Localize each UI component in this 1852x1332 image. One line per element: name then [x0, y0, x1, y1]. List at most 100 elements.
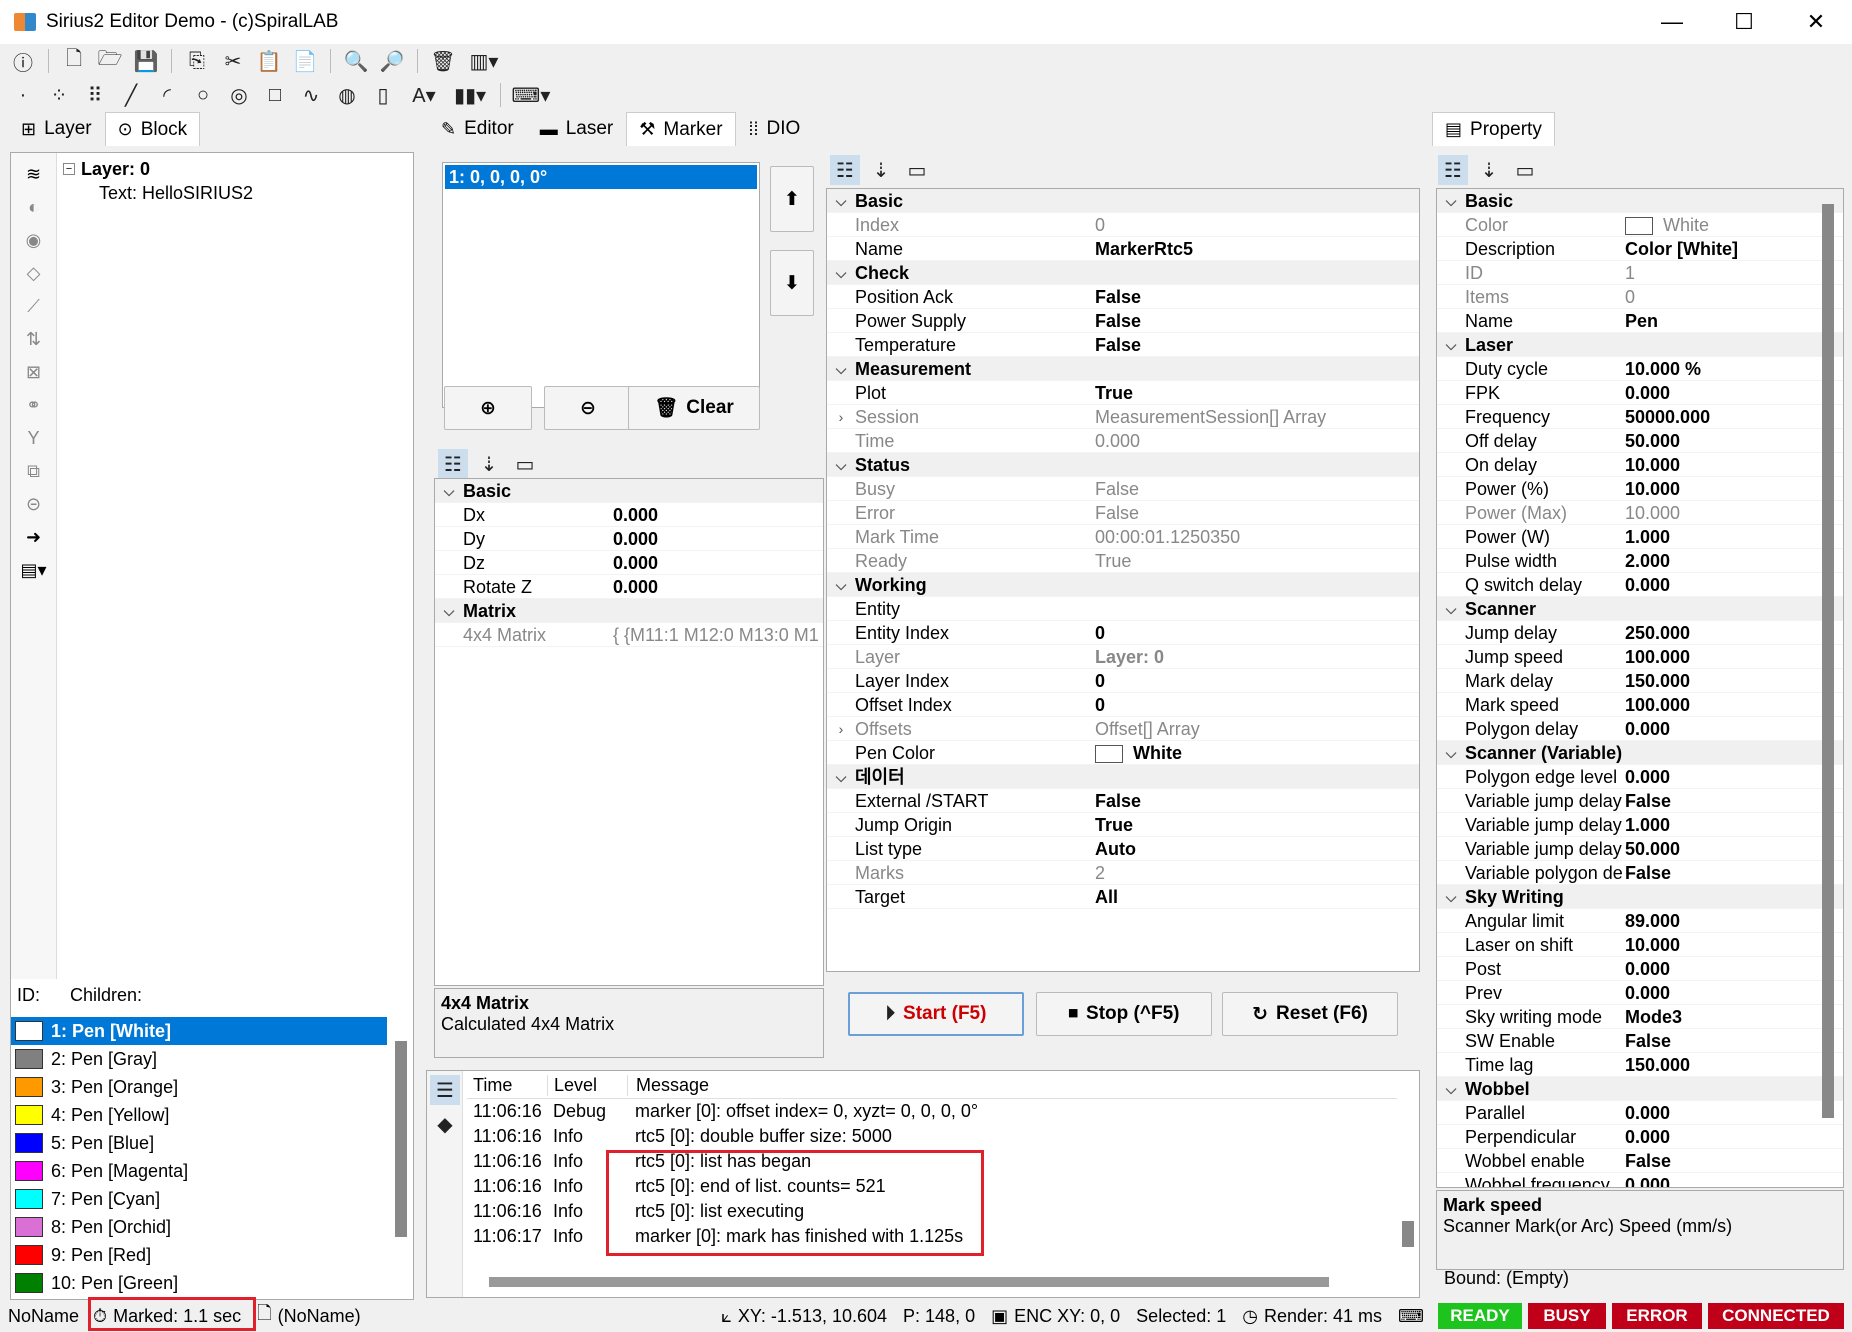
grid-row[interactable]: Duty cycle 10.000 %: [1437, 357, 1843, 381]
property-value[interactable]: 0: [1095, 693, 1419, 716]
grid-category[interactable]: ⌵ Basic: [827, 189, 1419, 213]
grid-row[interactable]: Mark delay 150.000: [1437, 669, 1843, 693]
property-value[interactable]: True: [1095, 381, 1419, 404]
grid-category[interactable]: ⌵ Check: [827, 261, 1419, 285]
grid-row[interactable]: Error False: [827, 501, 1419, 525]
minimize-button[interactable]: —: [1636, 0, 1708, 44]
tab-marker[interactable]: ⚒ Marker: [626, 112, 736, 146]
property-value[interactable]: False: [1625, 1029, 1843, 1052]
grid-row[interactable]: › Offsets Offset[] Array: [827, 717, 1419, 741]
property-value[interactable]: 0.000: [1625, 1101, 1843, 1124]
grid-row[interactable]: External /START False: [827, 789, 1419, 813]
collapse-icon[interactable]: ⌵: [827, 189, 855, 212]
collapse-icon[interactable]: ⌵: [827, 765, 855, 788]
merge-icon[interactable]: ⧉: [19, 456, 49, 486]
rectangle-icon[interactable]: □: [260, 80, 290, 110]
property-value[interactable]: 10.000 %: [1625, 357, 1843, 380]
grid-row[interactable]: › Session MeasurementSession[] Array: [827, 405, 1419, 429]
property-value[interactable]: False: [1095, 285, 1419, 308]
split-icon[interactable]: Y: [19, 423, 49, 453]
spiral-icon[interactable]: ∿: [296, 80, 326, 110]
property-value[interactable]: 0: [1095, 669, 1419, 692]
property-value[interactable]: 50000.000: [1625, 405, 1843, 428]
maximize-button[interactable]: ☐: [1708, 0, 1780, 44]
property-value[interactable]: True: [1095, 813, 1419, 836]
grid-row[interactable]: Power (W) 1.000: [1437, 525, 1843, 549]
property-value[interactable]: MeasurementSession[] Array: [1095, 405, 1419, 428]
info-icon[interactable]: ⓘ: [8, 46, 38, 76]
trepan-icon[interactable]: ◍: [332, 80, 362, 110]
grid-row[interactable]: Items 0: [1437, 285, 1843, 309]
barcode-icon[interactable]: ▮▮▾: [450, 80, 490, 110]
grid-row[interactable]: Angular limit 89.000: [1437, 909, 1843, 933]
collapse-icon[interactable]: ⌵: [827, 573, 855, 596]
hatch-icon[interactable]: ◐: [19, 192, 49, 222]
pen-list-item[interactable]: 9: Pen [Red]: [11, 1241, 387, 1269]
grid-category[interactable]: ⌵ Laser: [1437, 333, 1843, 357]
property-value[interactable]: 10.000: [1625, 501, 1843, 524]
prop-dz-value[interactable]: 0.000: [613, 551, 823, 574]
property-value[interactable]: False: [1095, 789, 1419, 812]
paste-icon[interactable]: 📋: [254, 46, 284, 76]
grid-row[interactable]: Entity: [827, 597, 1419, 621]
property-value[interactable]: 0.000: [1625, 765, 1843, 788]
property-value[interactable]: True: [1095, 549, 1419, 572]
grid-row[interactable]: Ready True: [827, 549, 1419, 573]
tab-dio[interactable]: ⁞⁞ DIO: [736, 112, 814, 146]
group-icon[interactable]: ◉: [19, 225, 49, 255]
delete-icon[interactable]: 🗑: [428, 46, 458, 76]
grid-row[interactable]: Busy False: [827, 477, 1419, 501]
grid-row[interactable]: Jump speed 100.000: [1437, 645, 1843, 669]
property-value[interactable]: False: [1625, 861, 1843, 884]
collapse-icon[interactable]: ⌵: [1437, 189, 1465, 212]
grid-row[interactable]: Offset Index 0: [827, 693, 1419, 717]
property-value[interactable]: False: [1625, 1149, 1843, 1172]
circle-icon[interactable]: ○: [188, 80, 218, 110]
property-value[interactable]: Layer: 0: [1095, 645, 1419, 668]
grid-row[interactable]: Perpendicular 0.000: [1437, 1125, 1843, 1149]
grid-row[interactable]: SW Enable False: [1437, 1029, 1843, 1053]
property-value[interactable]: 0.000: [1625, 717, 1843, 740]
property-value[interactable]: 10.000: [1625, 477, 1843, 500]
property-value[interactable]: 150.000: [1625, 669, 1843, 692]
raster-icon[interactable]: ⠿: [80, 80, 110, 110]
expand-icon[interactable]: ›: [827, 405, 855, 428]
grid-row[interactable]: Name Pen: [1437, 309, 1843, 333]
offset-list[interactable]: 1: 0, 0, 0, 0°: [442, 162, 760, 408]
copy-icon[interactable]: ⎘: [182, 46, 212, 76]
grid-row[interactable]: Q switch delay 0.000: [1437, 573, 1843, 597]
property-value[interactable]: 2.000: [1625, 549, 1843, 572]
property-value[interactable]: Color [White]: [1625, 237, 1843, 260]
grid-row[interactable]: Parallel 0.000: [1437, 1101, 1843, 1125]
log-header-level[interactable]: Level: [547, 1075, 627, 1096]
property-value[interactable]: MarkerRtc5: [1095, 237, 1419, 260]
enter-icon[interactable]: ⊝: [19, 489, 49, 519]
alphabetical-icon[interactable]: ⇣: [474, 449, 504, 479]
property-value[interactable]: False: [1625, 789, 1843, 812]
grid-row[interactable]: Layer Layer: 0: [827, 645, 1419, 669]
property-value[interactable]: 0: [1095, 621, 1419, 644]
categorized-icon[interactable]: ☷: [1438, 155, 1468, 185]
property-value[interactable]: False: [1095, 333, 1419, 356]
pen-list-item[interactable]: 4: Pen [Yellow]: [11, 1101, 387, 1129]
control-icon[interactable]: ⌨▾: [511, 80, 551, 110]
grid-row[interactable]: Time lag 150.000: [1437, 1053, 1843, 1077]
pen-list-item[interactable]: 3: Pen [Orange]: [11, 1073, 387, 1101]
property-value[interactable]: 0.000: [1625, 957, 1843, 980]
log-header-message[interactable]: Message: [627, 1075, 709, 1096]
grid-category[interactable]: ⌵ Scanner: [1437, 597, 1843, 621]
grid-row[interactable]: Polygon edge level 0.000: [1437, 765, 1843, 789]
grid-category[interactable]: ⌵ Sky Writing: [1437, 885, 1843, 909]
zoom-in-icon[interactable]: 🔎: [377, 46, 407, 76]
property-value[interactable]: Auto: [1095, 837, 1419, 860]
clear-offsets-button[interactable]: 🗑 Clear: [628, 386, 760, 430]
grid-row[interactable]: Off delay 50.000: [1437, 429, 1843, 453]
tab-laser[interactable]: ▬ Laser: [527, 112, 627, 146]
pen-list-item[interactable]: 5: Pen [Blue]: [11, 1129, 387, 1157]
grid-row[interactable]: Pulse width 2.000: [1437, 549, 1843, 573]
grid-row[interactable]: Description Color [White]: [1437, 237, 1843, 261]
grid-row[interactable]: Post 0.000: [1437, 957, 1843, 981]
grid-row[interactable]: Variable jump delay 1.000: [1437, 813, 1843, 837]
ellipse-icon[interactable]: ◎: [224, 80, 254, 110]
grid-row[interactable]: Mark speed 100.000: [1437, 693, 1843, 717]
